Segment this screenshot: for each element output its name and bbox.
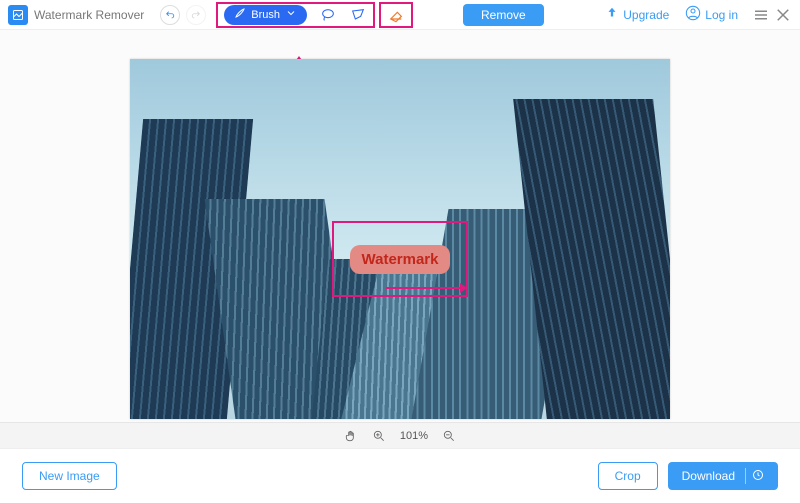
eraser-tool-button[interactable]: [387, 6, 405, 24]
remove-button[interactable]: Remove: [463, 4, 544, 26]
upgrade-label: Upgrade: [623, 8, 669, 22]
clock-icon: [752, 469, 764, 484]
menu-button[interactable]: [752, 6, 770, 24]
app-title: Watermark Remover: [34, 8, 144, 22]
zoom-in-button[interactable]: [372, 429, 386, 443]
zoom-level: 101%: [400, 430, 428, 442]
new-image-button[interactable]: New Image: [22, 462, 117, 490]
zoom-out-button[interactable]: [442, 429, 456, 443]
button-split: [745, 468, 746, 484]
history-controls: [160, 5, 206, 25]
user-icon: [685, 5, 701, 24]
redo-button[interactable]: [186, 5, 206, 25]
bottom-toolbar: New Image Crop Download: [0, 448, 800, 503]
brush-icon: [234, 7, 246, 22]
crop-button[interactable]: Crop: [598, 462, 658, 490]
upgrade-button[interactable]: Upgrade: [605, 6, 669, 23]
selection-tools-annotated: Brush: [216, 2, 375, 28]
login-label: Log in: [705, 8, 738, 22]
download-label: Download: [682, 469, 735, 483]
zoom-bar: 101%: [0, 422, 800, 448]
pan-hand-button[interactable]: [344, 429, 358, 443]
login-button[interactable]: Log in: [685, 5, 738, 24]
canvas-area: Watermark 101%: [0, 30, 800, 448]
undo-button[interactable]: [160, 5, 180, 25]
watermark-selection-box[interactable]: Watermark: [332, 221, 468, 297]
app-logo: [8, 5, 28, 25]
chevron-down-icon: [285, 7, 297, 22]
top-toolbar: Watermark Remover Brush Remove Upgrade: [0, 0, 800, 30]
image-canvas[interactable]: Watermark: [130, 59, 670, 419]
close-button[interactable]: [774, 6, 792, 24]
download-button[interactable]: Download: [668, 462, 778, 490]
eraser-tool-annotated: [379, 2, 413, 28]
lasso-tool-button[interactable]: [319, 6, 337, 24]
polygon-tool-button[interactable]: [349, 6, 367, 24]
watermark-label: Watermark: [350, 245, 451, 274]
brush-tool-button[interactable]: Brush: [224, 5, 307, 25]
upload-icon: [605, 6, 619, 23]
brush-label: Brush: [251, 9, 280, 21]
